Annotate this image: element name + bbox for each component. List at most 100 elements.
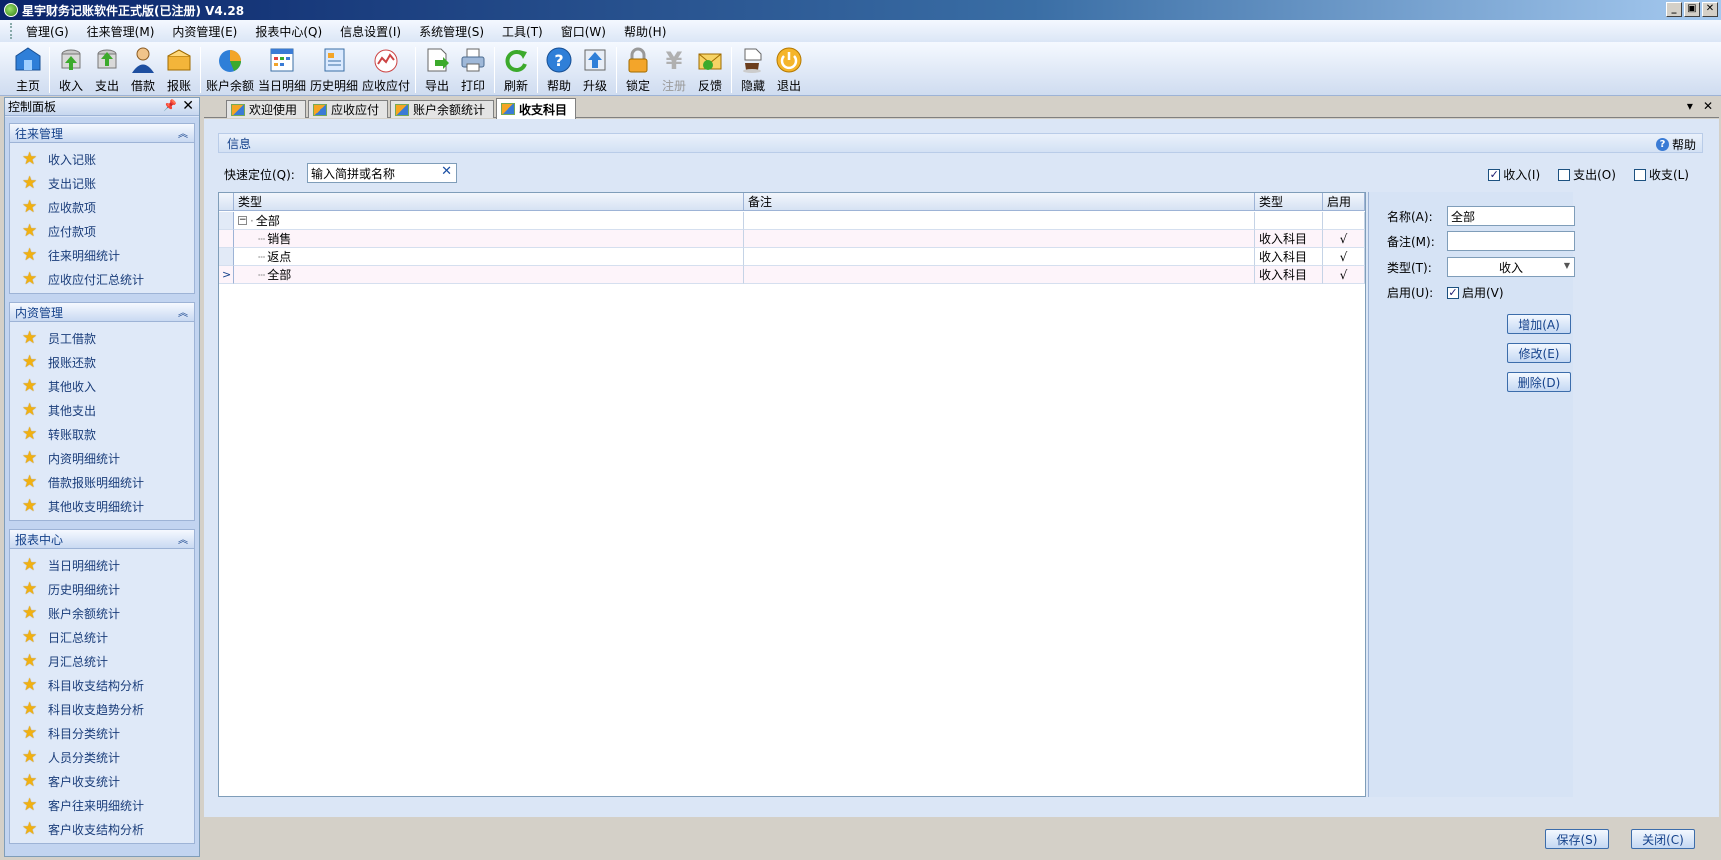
nav-reimburse-repay[interactable]: ★ 报账还款 [10, 350, 194, 374]
nav-customer-stats[interactable]: ★ 客户收支统计 [10, 769, 194, 793]
filter-income-checkbox[interactable]: ✓ 收入(I) [1488, 166, 1540, 183]
tree-collapse-icon[interactable]: − [238, 216, 247, 225]
nav-daily-detail-stats[interactable]: ★ 当日明细统计 [10, 553, 194, 577]
nav-other-expense[interactable]: ★ 其他支出 [10, 398, 194, 422]
table-row[interactable]: − · 全部 [219, 212, 1365, 230]
pin-icon[interactable]: 📌 [163, 99, 177, 112]
nav-other-detail-stats[interactable]: ★ 其他收支明细统计 [10, 494, 194, 518]
toolbar-daily-detail-button[interactable]: 当日明细 [258, 45, 306, 94]
menu-accounts[interactable]: 往来管理(M) [78, 23, 164, 40]
nav-customer-structure[interactable]: ★ 客户收支结构分析 [10, 817, 194, 841]
filter-expense-checkbox[interactable]: 支出(O) [1558, 166, 1616, 183]
toolbar-export-button[interactable]: 导出 [421, 45, 453, 94]
toolbar-hide-button[interactable]: 隐藏 [737, 45, 769, 94]
edit-button[interactable]: 修改(E) [1507, 343, 1571, 363]
menu-system[interactable]: 系统管理(S) [410, 23, 493, 40]
delete-button[interactable]: 删除(D) [1507, 372, 1571, 392]
menu-info-settings[interactable]: 信息设置(I) [331, 23, 410, 40]
group-header-accounts[interactable]: 往来管理 ︽ [9, 123, 195, 143]
nav-customer-detail[interactable]: ★ 客户往来明细统计 [10, 793, 194, 817]
nav-loan-reimburse-stats[interactable]: ★ 借款报账明细统计 [10, 470, 194, 494]
help-link[interactable]: ? 帮助 [1655, 136, 1696, 153]
add-button[interactable]: 增加(A) [1507, 314, 1571, 334]
group-header-reports[interactable]: 报表中心 ︽ [9, 529, 195, 549]
clear-icon[interactable]: ✕ [441, 164, 452, 179]
nav-transfer-withdraw[interactable]: ★ 转账取款 [10, 422, 194, 446]
row-type: 收入科目 [1255, 230, 1323, 248]
tab-account-balance[interactable]: 账户余额统计 [390, 100, 494, 118]
menu-internal[interactable]: 内资管理(E) [163, 23, 246, 40]
tab-window-icon [231, 103, 245, 116]
tab-income-expense-subjects[interactable]: 收支科目 [496, 98, 576, 119]
nav-history-detail-stats[interactable]: ★ 历史明细统计 [10, 577, 194, 601]
toolbar-feedback-button[interactable]: 反馈 [694, 45, 726, 94]
nav-subject-trend[interactable]: ★ 科目收支趋势分析 [10, 697, 194, 721]
toolbar-upgrade-button[interactable]: 升级 [579, 45, 611, 94]
nav-account-balance-stats[interactable]: ★ 账户余额统计 [10, 601, 194, 625]
nav-other-income[interactable]: ★ 其他收入 [10, 374, 194, 398]
collapse-chevron-icon[interactable]: ︽ [178, 125, 188, 140]
enable-checkbox[interactable]: ✓ 启用(V) [1447, 284, 1504, 301]
table-row-selected[interactable]: > ┄ 全部 收入科目 √ [219, 266, 1365, 284]
group-header-internal[interactable]: 内资管理 ︽ [9, 302, 195, 322]
info-title: 信息 [227, 136, 252, 151]
close-button[interactable]: 关闭(C) [1631, 829, 1695, 849]
menu-reports[interactable]: 报表中心(Q) [246, 23, 331, 40]
toolbar-help-button[interactable]: ? 帮助 [543, 45, 575, 94]
nav-monthly-summary[interactable]: ★ 月汇总统计 [10, 649, 194, 673]
close-panel-icon[interactable]: ✕ [182, 98, 194, 114]
type-select[interactable]: 收入 ▼ [1447, 257, 1575, 277]
nav-employee-loan[interactable]: ★ 员工借款 [10, 326, 194, 350]
toolbar-expense-button[interactable]: 支出 [91, 45, 123, 94]
quick-locate-input[interactable]: 输入简拼或名称 ✕ [307, 163, 457, 183]
collapse-chevron-icon[interactable]: ︽ [178, 531, 188, 546]
col-header-category[interactable]: 类型 [234, 193, 744, 211]
nav-expense-entry[interactable]: ★ 支出记账 [10, 171, 194, 195]
restore-button[interactable]: ▣ [1684, 2, 1700, 17]
col-header-type[interactable]: 类型 [1255, 193, 1323, 211]
close-window-button[interactable]: ✕ [1702, 2, 1718, 17]
tab-list-dropdown-icon[interactable]: ▾ [1687, 99, 1693, 113]
minimize-button[interactable]: _ [1666, 2, 1682, 17]
menu-window[interactable]: 窗口(W) [552, 23, 615, 40]
col-header-note[interactable]: 备注 [744, 193, 1255, 211]
filter-both-checkbox[interactable]: 收支(L) [1633, 166, 1689, 183]
nav-account-detail-stats[interactable]: ★ 往来明细统计 [10, 243, 194, 267]
feedback-mail-icon [695, 45, 725, 75]
table-row[interactable]: ┄ 销售 收入科目 √ [219, 230, 1365, 248]
toolbar-receivable-payable-button[interactable]: 应收应付 [362, 45, 410, 94]
toolbar-exit-button[interactable]: 退出 [773, 45, 805, 94]
toolbar-account-balance-button[interactable]: 账户余额 [206, 45, 254, 94]
note-input[interactable] [1447, 231, 1575, 251]
toolbar-income-button[interactable]: 收入 [55, 45, 87, 94]
name-input[interactable]: 全部 [1447, 206, 1575, 226]
nav-subject-category[interactable]: ★ 科目分类统计 [10, 721, 194, 745]
nav-internal-detail-stats[interactable]: ★ 内资明细统计 [10, 446, 194, 470]
toolbar-history-detail-button[interactable]: 历史明细 [310, 45, 358, 94]
nav-receivable-payable-summary[interactable]: ★ 应收应付汇总统计 [10, 267, 194, 291]
toolbar-register-button[interactable]: ¥ 注册 [658, 45, 690, 94]
toolbar-print-button[interactable]: 打印 [457, 45, 489, 94]
nav-person-category[interactable]: ★ 人员分类统计 [10, 745, 194, 769]
collapse-chevron-icon[interactable]: ︽ [178, 304, 188, 319]
nav-income-entry[interactable]: ★ 收入记账 [10, 147, 194, 171]
nav-receivables[interactable]: ★ 应收款项 [10, 195, 194, 219]
toolbar-lock-button[interactable]: 锁定 [622, 45, 654, 94]
col-header-enabled[interactable]: 启用 [1323, 193, 1365, 211]
row-note-selected[interactable] [744, 266, 1255, 284]
table-row[interactable]: ┄ 返点 收入科目 √ [219, 248, 1365, 266]
toolbar-borrow-button[interactable]: 借款 [127, 45, 159, 94]
save-button[interactable]: 保存(S) [1545, 829, 1609, 849]
nav-subject-structure[interactable]: ★ 科目收支结构分析 [10, 673, 194, 697]
tab-welcome[interactable]: 欢迎使用 [226, 100, 306, 118]
tab-receivable-payable[interactable]: 应收应付 [308, 100, 388, 118]
close-tab-icon[interactable]: ✕ [1703, 99, 1713, 113]
nav-payables[interactable]: ★ 应付款项 [10, 219, 194, 243]
nav-daily-summary[interactable]: ★ 日汇总统计 [10, 625, 194, 649]
toolbar-reimburse-button[interactable]: 报账 [163, 45, 195, 94]
toolbar-home-button[interactable]: 主页 [12, 45, 44, 94]
menu-help[interactable]: 帮助(H) [615, 23, 675, 40]
toolbar-refresh-button[interactable]: 刷新 [500, 45, 532, 94]
menu-tools[interactable]: 工具(T) [493, 23, 552, 40]
menu-manage[interactable]: 管理(G) [17, 23, 78, 40]
